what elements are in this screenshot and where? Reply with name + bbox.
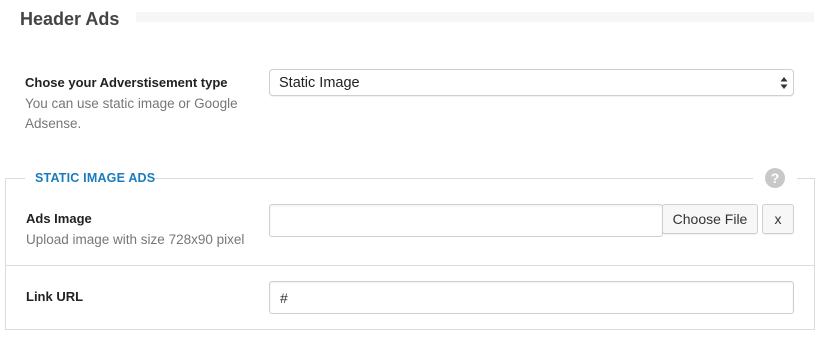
- link-url-input[interactable]: #: [269, 281, 794, 314]
- ad-type-selected-value: Static Image: [279, 75, 360, 91]
- ad-type-select[interactable]: Static Image: [269, 69, 794, 96]
- remove-image-button[interactable]: x: [762, 204, 794, 234]
- link-url-value: #: [280, 290, 288, 306]
- ads-image-input[interactable]: [269, 204, 663, 237]
- fieldset-border-end: [797, 178, 815, 179]
- section-title-rule: [136, 12, 814, 22]
- section-title: Header Ads: [20, 9, 120, 29]
- row-divider: [6, 265, 814, 266]
- ads-image-description: Upload image with size 728x90 pixel: [26, 232, 245, 247]
- ad-type-description: You can use static image or Google Adsen…: [25, 96, 238, 131]
- choose-file-button[interactable]: Choose File: [662, 204, 758, 234]
- ad-type-label: Chose your Adverstisement type: [25, 75, 228, 90]
- fieldset-border-mid: [153, 178, 753, 179]
- static-ads-legend: STATIC IMAGE ADS: [35, 171, 156, 185]
- select-arrows-icon: [780, 77, 788, 89]
- fieldset-border-left: [5, 178, 25, 179]
- ads-image-label: Ads Image: [26, 211, 92, 226]
- help-icon[interactable]: ?: [765, 168, 785, 188]
- link-url-label: Link URL: [26, 289, 84, 304]
